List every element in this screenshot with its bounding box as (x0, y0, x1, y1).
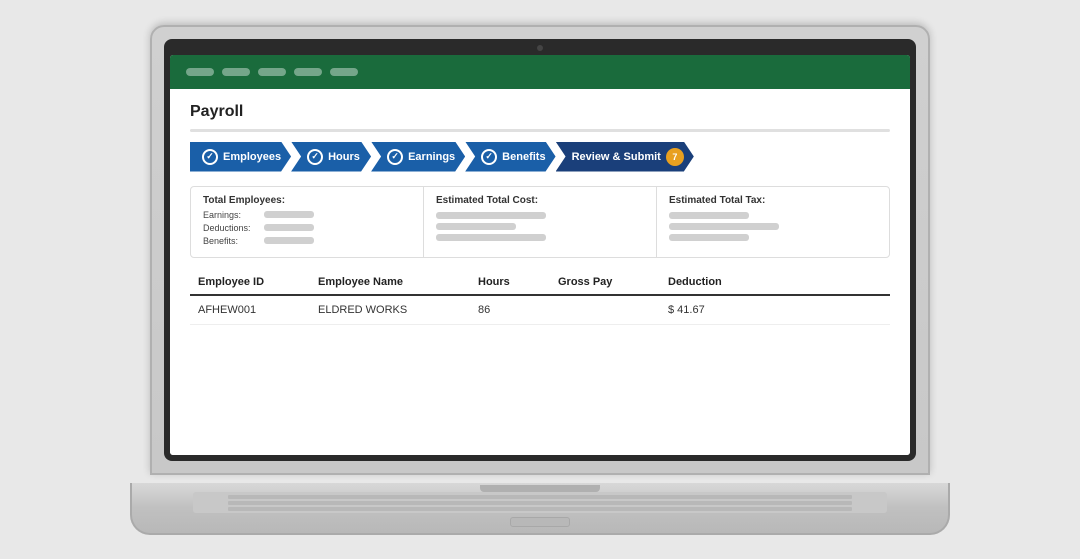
summary-total-employees-label: Total Employees: (203, 195, 411, 206)
step-employees[interactable]: ✓ Employees (190, 142, 291, 172)
camera (537, 45, 543, 51)
step-label-review: Review & Submit (572, 151, 661, 163)
step-earnings[interactable]: ✓ Earnings (371, 142, 465, 172)
screen-bezel: Payroll ✓ Employees ✓ Hours ✓ (164, 39, 916, 461)
summary-section: Total Employees: Earnings: Deductions: B… (190, 186, 890, 258)
step-label-earnings: Earnings (408, 151, 455, 163)
summary-total-cost-label: Estimated Total Cost: (436, 195, 644, 206)
summary-earnings-val (264, 211, 314, 218)
col-header-gross-pay: Gross Pay (558, 276, 668, 288)
summary-deductions-row: Deductions: (203, 223, 411, 233)
cell-employee-name: ELDRED WORKS (318, 304, 478, 316)
cell-hours: 86 (478, 304, 558, 316)
table-header: Employee ID Employee Name Hours Gross Pa… (190, 270, 890, 296)
divider (190, 129, 890, 132)
step-check-hours: ✓ (307, 149, 323, 165)
steps-container: ✓ Employees ✓ Hours ✓ Earnings ✓ (190, 142, 890, 172)
keyboard-rows (228, 495, 852, 511)
summary-tax-bar2 (669, 223, 779, 230)
laptop-base (130, 483, 950, 535)
step-hours[interactable]: ✓ Hours (291, 142, 371, 172)
summary-tax-bar3 (669, 234, 749, 241)
step-check-employees: ✓ (202, 149, 218, 165)
summary-benefits-val (264, 237, 314, 244)
screen-content: Payroll ✓ Employees ✓ Hours ✓ (170, 55, 910, 455)
summary-cost-bar2 (436, 223, 516, 230)
step-review-submit[interactable]: Review & Submit 7 (556, 142, 694, 172)
nav-dot-5 (330, 68, 358, 76)
summary-col-tax: Estimated Total Tax: (657, 187, 889, 257)
nav-dot-3 (258, 68, 286, 76)
summary-benefits-row: Benefits: (203, 236, 411, 246)
summary-tax-bar1 (669, 212, 749, 219)
summary-earnings-label: Earnings: (203, 210, 258, 220)
summary-col-cost: Estimated Total Cost: (424, 187, 657, 257)
laptop-hinge (480, 485, 600, 493)
keyboard-area (193, 492, 887, 513)
nav-dot-4 (294, 68, 322, 76)
col-header-employee-name: Employee Name (318, 276, 478, 288)
payroll-table: Employee ID Employee Name Hours Gross Pa… (190, 270, 890, 325)
touchpad (510, 517, 570, 527)
col-header-deduction: Deduction (668, 276, 778, 288)
summary-benefits-label: Benefits: (203, 236, 258, 246)
nav-dot-1 (186, 68, 214, 76)
summary-deductions-val (264, 224, 314, 231)
step-label-employees: Employees (223, 151, 281, 163)
summary-total-tax-label: Estimated Total Tax: (669, 195, 877, 206)
table-row: AFHEW001 ELDRED WORKS 86 $ 41.67 (190, 296, 890, 325)
summary-col-employees: Total Employees: Earnings: Deductions: B… (191, 187, 424, 257)
main-content: Payroll ✓ Employees ✓ Hours ✓ (170, 89, 910, 455)
summary-deductions-label: Deductions: (203, 223, 258, 233)
page-title: Payroll (190, 103, 890, 121)
step-label-hours: Hours (328, 151, 360, 163)
top-nav-bar (170, 55, 910, 89)
step-benefits[interactable]: ✓ Benefits (465, 142, 555, 172)
laptop-device: Payroll ✓ Employees ✓ Hours ✓ (150, 25, 930, 535)
cell-deduction: $ 41.67 (668, 304, 778, 316)
step-check-benefits: ✓ (481, 149, 497, 165)
keyboard-row-2 (228, 501, 852, 505)
laptop-lid: Payroll ✓ Employees ✓ Hours ✓ (150, 25, 930, 475)
nav-dot-2 (222, 68, 250, 76)
summary-cost-bar1 (436, 212, 546, 219)
keyboard-row-3 (228, 507, 852, 511)
cell-employee-id: AFHEW001 (198, 304, 318, 316)
step-badge-review: 7 (666, 148, 684, 166)
step-check-earnings: ✓ (387, 149, 403, 165)
col-header-hours: Hours (478, 276, 558, 288)
summary-cost-bar3 (436, 234, 546, 241)
summary-earnings-row: Earnings: (203, 210, 411, 220)
step-label-benefits: Benefits (502, 151, 545, 163)
col-header-employee-id: Employee ID (198, 276, 318, 288)
keyboard-row-1 (228, 495, 852, 499)
cell-gross-pay (558, 304, 668, 316)
